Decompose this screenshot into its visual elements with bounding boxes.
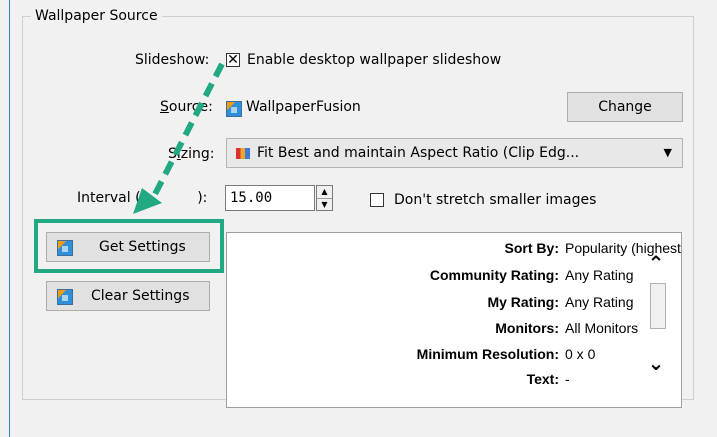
interval-label-hidden: minutes (140, 190, 198, 206)
settings-key: Community Rating: (429, 267, 559, 283)
window-edge (9, 0, 10, 437)
settings-value: Any Rating (565, 294, 634, 310)
stepper-up-icon[interactable]: ▲ (317, 186, 332, 199)
slideshow-checkbox-label[interactable]: Enable desktop wallpaper slideshow (247, 52, 501, 68)
settings-value: - (565, 371, 570, 387)
source-label-accel: S (160, 99, 169, 115)
sizing-dropdown[interactable]: Fit Best and maintain Aspect Ratio (Clip… (226, 138, 683, 168)
interval-label-end: ): (197, 190, 208, 206)
clear-settings-icon (57, 289, 73, 305)
source-value: WallpaperFusion (246, 99, 361, 115)
interval-stepper[interactable]: ▲ ▼ (316, 185, 333, 211)
slideshow-label: Slideshow: (135, 52, 210, 68)
sizing-value: Fit Best and maintain Aspect Ratio (Clip… (257, 145, 580, 161)
stepper-down-icon[interactable]: ▼ (317, 199, 332, 211)
no-stretch-checkbox[interactable] (370, 193, 384, 207)
sizing-label: Sizing: (168, 146, 215, 162)
interval-input[interactable]: 15.00 (225, 185, 315, 211)
source-label: Source: (160, 99, 213, 115)
chevron-up-icon[interactable]: ⌃ (647, 251, 665, 275)
scrollbar-thumb[interactable] (650, 283, 666, 329)
color-swatch-icon (236, 148, 250, 159)
change-source-button[interactable]: Change (567, 92, 683, 122)
group-title: Wallpaper Source (35, 8, 158, 24)
settings-key: Minimum Resolution: (416, 346, 559, 362)
source-label-rest: ource: (168, 99, 213, 115)
settings-key: Sort By: (504, 240, 559, 256)
settings-key: My Rating: (487, 294, 559, 310)
chevron-down-icon[interactable]: ⌄ (647, 351, 665, 375)
checkbox-mark: ✕ (227, 52, 239, 68)
app-icon (226, 101, 242, 117)
settings-summary-panel[interactable]: Sort By: Popularity (highest) Community … (226, 232, 682, 408)
settings-value: All Monitors (565, 320, 639, 336)
annotation-highlight-box (34, 219, 224, 273)
clear-settings-button[interactable]: Clear Settings (46, 281, 210, 311)
settings-value: 0 x 0 (565, 346, 596, 362)
window: Wallpaper Source Slideshow: ✕ Enable des… (0, 0, 717, 437)
dropdown-arrow-icon: ▼ (663, 146, 672, 159)
interval-label-start: Interval ( (77, 190, 141, 206)
sizing-label-rest: zing: (180, 146, 215, 162)
slideshow-checkbox[interactable]: ✕ (226, 52, 240, 68)
settings-key: Text: (526, 371, 559, 387)
sizing-label-start: S (168, 146, 177, 162)
settings-key: Monitors: (495, 320, 559, 336)
settings-value: Any Rating (565, 267, 634, 283)
change-source-button-label: Change (598, 99, 652, 115)
clear-settings-label: Clear Settings (91, 288, 190, 304)
interval-label: Interval (minutes): (77, 190, 207, 206)
no-stretch-label[interactable]: Don't stretch smaller images (394, 192, 596, 208)
bottom-strip (10, 416, 717, 437)
